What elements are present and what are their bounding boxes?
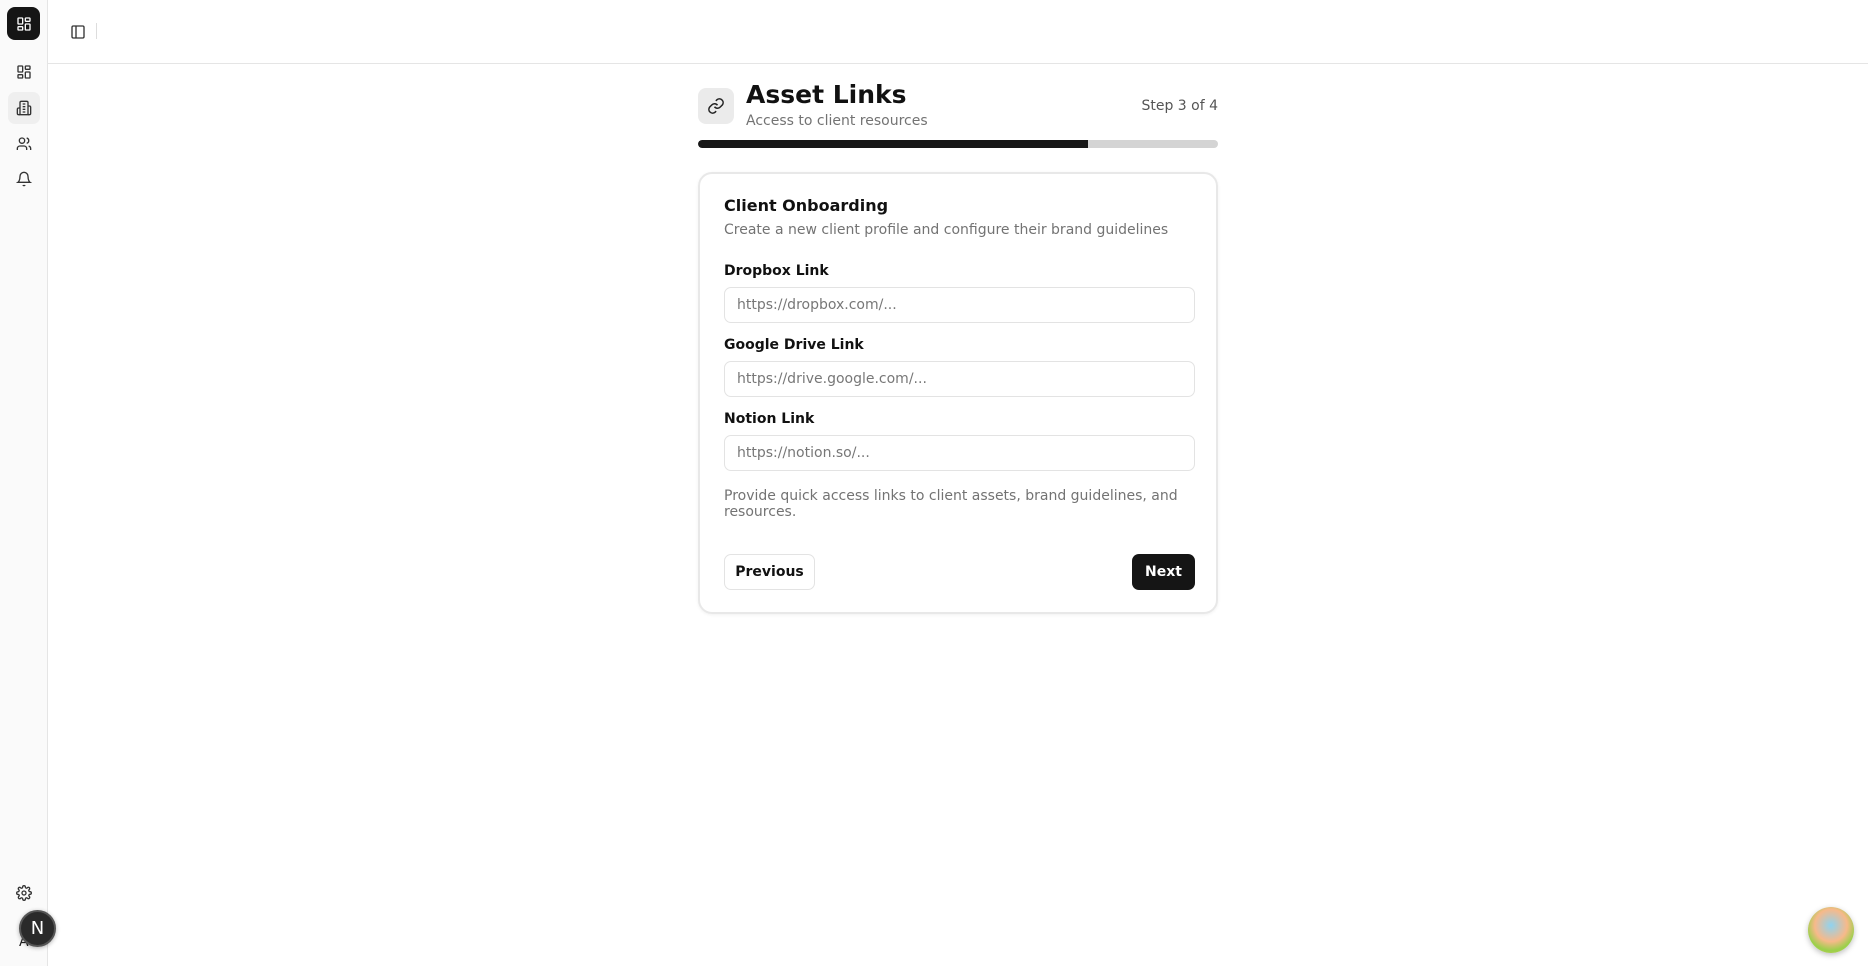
onboarding-card: Client Onboarding Create a new client pr…	[698, 172, 1218, 614]
sidebar: A	[0, 0, 48, 966]
previous-button[interactable]: Previous	[724, 554, 815, 590]
building-icon	[16, 100, 32, 116]
panel-left-icon	[71, 25, 85, 39]
dashboard-icon	[16, 16, 31, 31]
google-drive-link-input[interactable]	[724, 361, 1195, 397]
sidebar-item-clients[interactable]	[8, 92, 40, 124]
card-title: Client Onboarding	[724, 196, 889, 215]
notion-link-input[interactable]	[724, 435, 1195, 471]
sidebar-item-dashboard[interactable]	[8, 56, 40, 88]
dropbox-label: Dropbox Link	[724, 263, 829, 279]
bell-icon	[16, 171, 32, 187]
sidebar-item-settings[interactable]	[8, 877, 40, 909]
dashboard-icon	[17, 65, 31, 79]
page-title: Asset Links	[746, 80, 907, 109]
next-button[interactable]: Next	[1132, 554, 1195, 590]
progress-bar	[698, 140, 1218, 148]
page-subtitle: Access to client resources	[746, 113, 928, 129]
notion-label: Notion Link	[724, 411, 815, 427]
help-text: Provide quick access links to client ass…	[724, 488, 1178, 520]
gear-icon	[16, 885, 32, 901]
assistant-launcher-icon[interactable]	[1808, 907, 1854, 953]
dropbox-link-input[interactable]	[724, 287, 1195, 323]
top-bar	[48, 0, 1868, 64]
app-logo[interactable]	[7, 7, 40, 40]
sidebar-item-notifications[interactable]	[8, 163, 40, 195]
toggle-sidebar-button[interactable]	[66, 20, 90, 44]
divider	[96, 23, 97, 39]
link-icon	[698, 88, 734, 124]
step-indicator: Step 3 of 4	[1141, 98, 1218, 114]
avatar[interactable]: N	[19, 910, 56, 947]
users-icon	[16, 137, 32, 150]
sidebar-item-team[interactable]	[8, 128, 40, 160]
google-drive-label: Google Drive Link	[724, 337, 864, 353]
progress-fill	[698, 140, 1088, 148]
card-description: Create a new client profile and configur…	[724, 222, 1169, 238]
